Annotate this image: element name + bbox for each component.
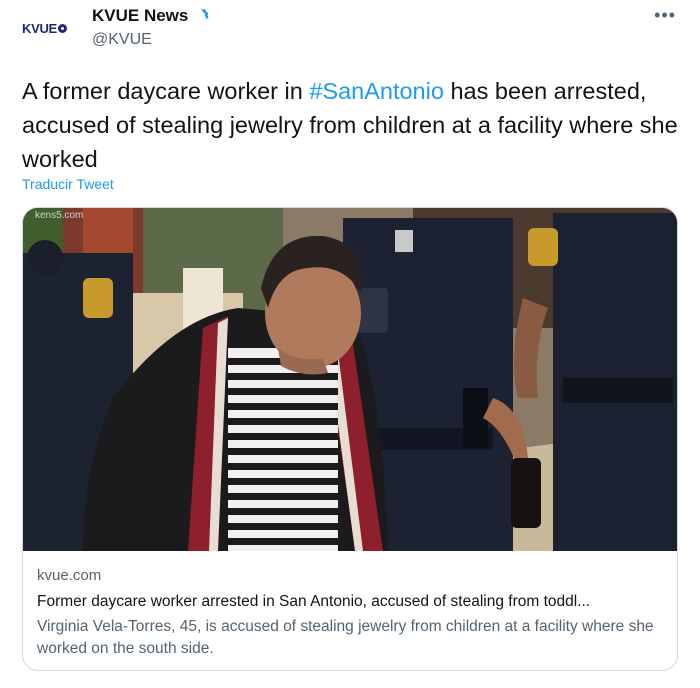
translate-tweet-link[interactable]: Traducir Tweet (22, 176, 114, 192)
watermark: kens5.com (35, 210, 83, 221)
card-description: Virginia Vela-Torres, 45, is accused of … (37, 618, 654, 657)
more-dots-icon[interactable]: ••• (654, 6, 676, 24)
logo-eye-icon (57, 23, 67, 33)
tweet-text-part: A former daycare worker in (22, 78, 310, 104)
card-title[interactable]: Former daycare worker arrested in San An… (37, 591, 663, 613)
display-name[interactable]: KVUE News (92, 6, 188, 26)
author-handle[interactable]: @KVUE (92, 31, 152, 49)
logo-text: KVUE (22, 20, 57, 36)
card-domain: kvue.com (37, 567, 102, 584)
verified-badge-icon (192, 7, 210, 25)
tweet-text: A former daycare worker in #SanAntonio h… (22, 74, 682, 176)
tweet[interactable]: KVUE KVUE News @KVUE ••• A former daycar… (0, 0, 700, 688)
card-photo[interactable]: kens5.com (23, 208, 677, 551)
hashtag-link[interactable]: #SanAntonio (309, 78, 444, 104)
card-meta[interactable]: kvue.com Former daycare worker arrested … (37, 565, 663, 660)
link-card[interactable]: kens5.com kvue.com Former daycare worker… (22, 207, 678, 671)
author-name-row[interactable]: KVUE News (92, 6, 210, 26)
kvue-logo[interactable]: KVUE (22, 16, 78, 40)
